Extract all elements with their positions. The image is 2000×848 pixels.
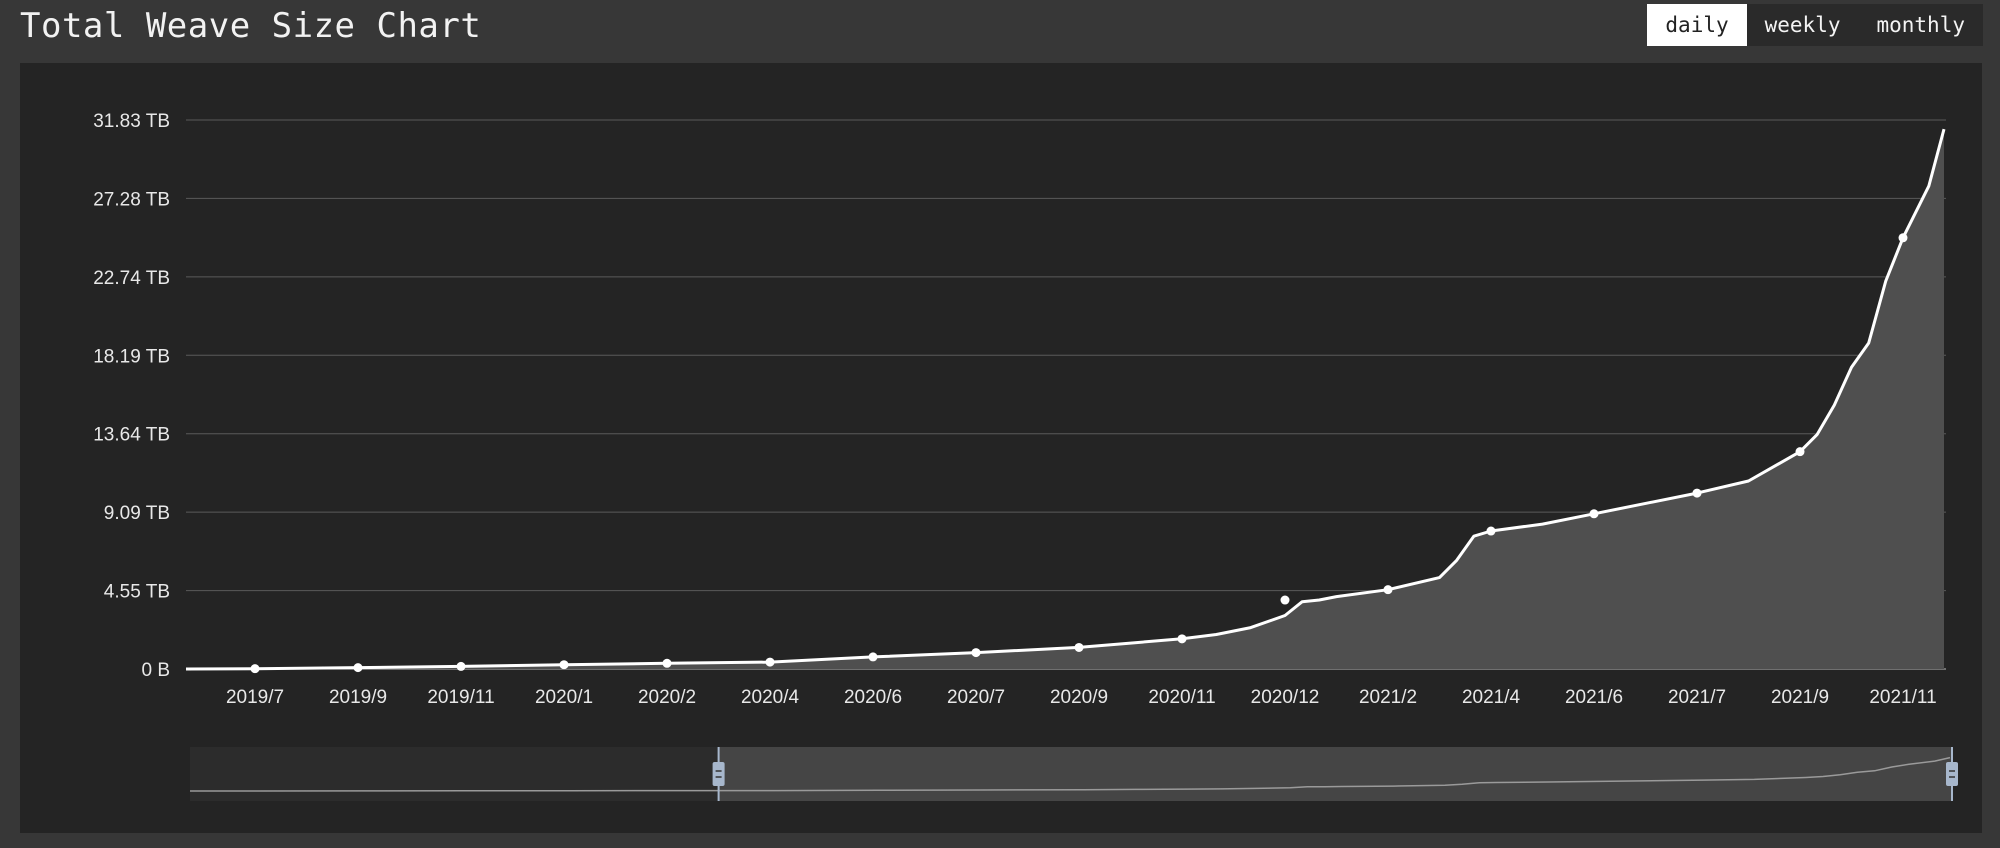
y-tick-label: 22.74 TB [93,268,170,289]
y-tick-label: 27.28 TB [93,189,170,210]
data-point[interactable] [971,648,981,658]
y-tick-label: 4.55 TB [104,582,170,603]
x-tick-label: 2020/4 [741,687,800,708]
area-fill [186,129,1944,670]
x-tick-label: 2021/4 [1462,687,1521,708]
data-point[interactable] [1795,447,1805,457]
x-tick-label: 2019/9 [329,687,387,708]
data-point[interactable] [1589,509,1599,519]
interval-tabs: daily weekly monthly [1647,4,1983,46]
weave-size-chart: 0 B 4.55 TB 9.09 TB 13.64 TB 18.19 TB 22.74 T… [93,111,1958,801]
data-point[interactable] [765,657,775,667]
data-point[interactable] [1280,595,1290,605]
data-point[interactable] [1486,526,1496,536]
tab-weekly[interactable]: weekly [1746,4,1859,46]
tab-monthly[interactable]: monthly [1858,4,1983,46]
x-tick-label: 2019/11 [427,687,494,708]
y-tick-label: 13.64 TB [93,425,170,446]
data-point[interactable] [353,663,363,673]
x-tick-label: 2020/1 [535,687,593,708]
data-point[interactable] [1898,233,1908,243]
x-tick-label: 2020/12 [1251,687,1320,708]
x-tick-label: 2021/6 [1565,687,1623,708]
zoom-window[interactable] [718,747,1952,801]
data-point[interactable] [1074,642,1084,652]
x-tick-label: 2021/9 [1771,687,1829,708]
x-tick-label: 2020/11 [1148,687,1215,708]
data-point[interactable] [1692,488,1702,498]
x-tick-label: 2020/6 [844,687,902,708]
zoom-slider[interactable] [190,747,1958,801]
data-point[interactable] [250,664,260,674]
y-tick-label: 18.19 TB [93,346,170,367]
x-tick-label: 2020/9 [1050,687,1108,708]
data-point[interactable] [662,658,672,668]
data-point[interactable] [1383,585,1393,595]
x-tick-label: 2019/7 [226,687,284,708]
header: Total Weave Size Chart daily weekly mont… [0,0,2000,62]
x-tick-label: 2021/2 [1359,687,1417,708]
x-tick-label: 2021/11 [1869,687,1936,708]
data-point[interactable] [456,661,466,671]
data-point[interactable] [868,652,878,662]
y-axis-labels: 0 B 4.55 TB 9.09 TB 13.64 TB 18.19 TB 22.74 T… [93,111,170,681]
data-point[interactable] [559,660,569,670]
data-point[interactable] [1177,634,1187,644]
x-tick-label: 2020/2 [638,687,696,708]
x-tick-label: 2021/7 [1668,687,1726,708]
y-tick-label: 0 B [141,660,170,681]
x-tick-label: 2020/7 [947,687,1005,708]
y-tick-label: 31.83 TB [93,111,170,132]
chart-panel: 0 B 4.55 TB 9.09 TB 13.64 TB 18.19 TB 22.74 T… [20,63,1982,833]
page-title: Total Weave Size Chart [20,6,482,46]
y-tick-label: 9.09 TB [104,503,170,524]
x-axis-labels: 2019/7 2019/9 2019/11 2020/1 2020/2 2020/4 202… [226,687,1937,708]
tab-daily[interactable]: daily [1647,4,1747,46]
